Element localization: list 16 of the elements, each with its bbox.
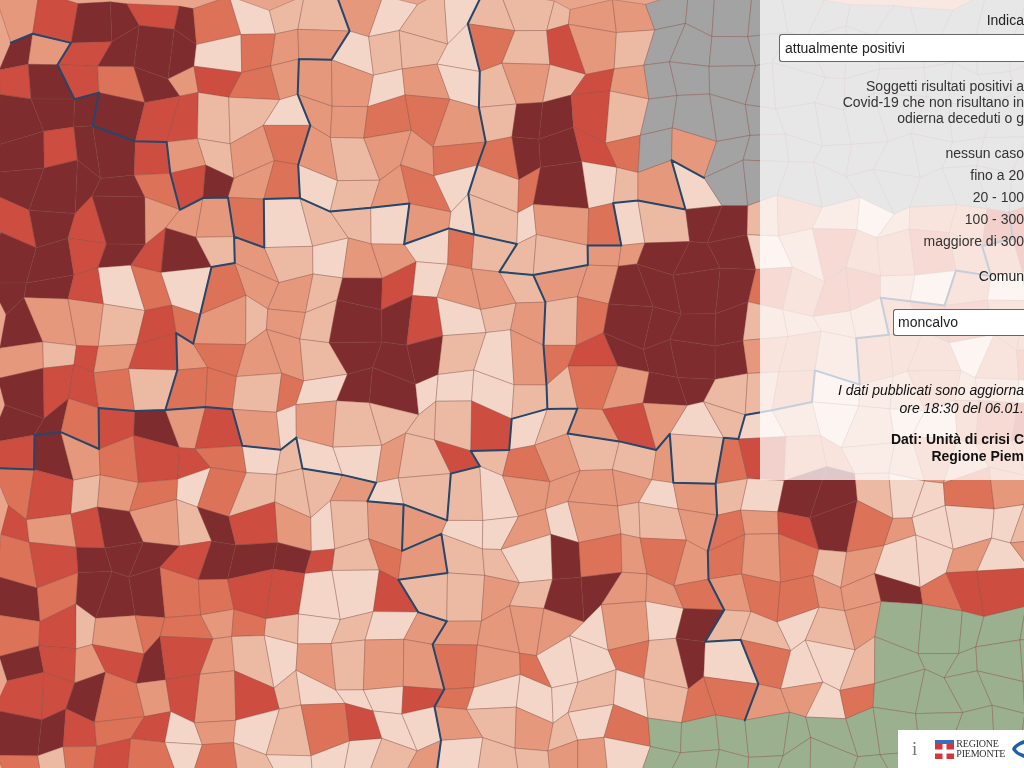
update-note: I dati pubblicati sono aggiorna ore 18:30 del 06.01. xyxy=(837,381,1024,417)
legend-label: 20 - 100 xyxy=(972,188,1024,207)
municipality-field[interactable]: moncalvo xyxy=(893,309,1024,336)
indicator-select[interactable]: attualmente positivi xyxy=(779,34,1024,62)
municipality-label: Comun xyxy=(978,268,1024,284)
legend-label: fino a 20 xyxy=(970,166,1024,185)
info-button[interactable]: i xyxy=(912,739,918,759)
indicator-label: Indica xyxy=(986,12,1024,28)
legend-label: maggiore di 300 xyxy=(923,232,1024,251)
cross-flag-icon xyxy=(935,739,955,759)
data-source-text: Dati: Unità di crisi C Regione Piem xyxy=(890,431,1024,465)
indicator-description: Soggetti risultati positivi a Covid-19 che non risultano in odierna deceduti o g xyxy=(842,78,1024,126)
legend-label: nessun caso xyxy=(945,144,1024,163)
eye-logo-icon xyxy=(1012,739,1024,759)
logo-text: REGIONE PIEMONTE xyxy=(956,739,1006,759)
legend-label: 100 - 300 xyxy=(964,210,1024,229)
